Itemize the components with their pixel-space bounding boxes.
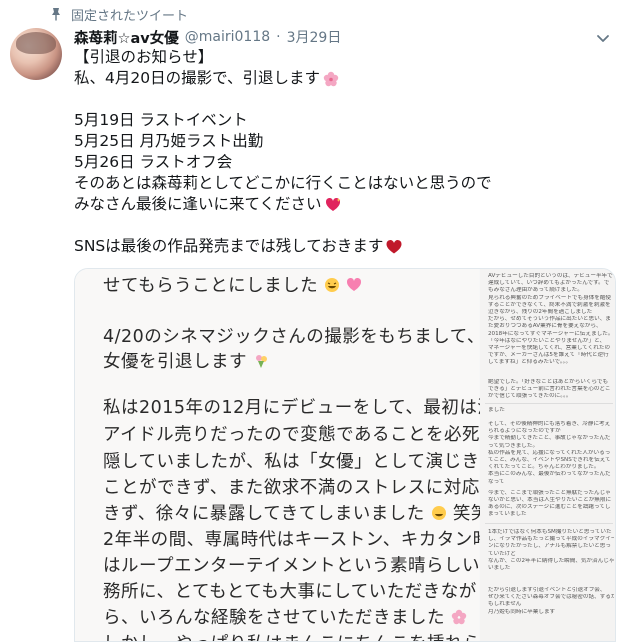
user-handle[interactable]: @mairi0118: [185, 29, 270, 45]
note-line: せてもらうことにしました: [103, 273, 362, 300]
tweet-line: 5月19日 ラストイベント: [74, 111, 248, 129]
side-note-block: 1本だけではなく何本もSM撮りたいと思っていた し、イラマ作品もたっと撮って平成…: [488, 529, 614, 572]
bouquet-icon: [256, 355, 268, 368]
notes-image-side: AVデビューした目的というのは、デビュー半年で 達成していて、いつ辞めてもよかっ…: [480, 269, 615, 641]
tweet-line-text: SNSは最後の作品発売までは残しておきます: [74, 237, 384, 255]
note-line: 2年半の間、専属時代はキーストン、キカタン時代: [103, 530, 509, 550]
note-line: 隠していましたが、私は「女優」として演じきる: [103, 452, 498, 472]
note-line: アイドル売りだったので変態であることを必死で: [103, 425, 498, 445]
side-note-block: AVデビューした目的というのは、デビュー半年で 達成していて、いつ辞めてもよかっ…: [488, 273, 614, 366]
sparkling-heart-icon: [325, 197, 341, 211]
red-heart-icon: [386, 239, 402, 253]
side-note-block: だから引退します引退イベントと引退オフ会、 ぜひ来てください森苺オフ会では秘密の…: [488, 587, 614, 615]
notes-image-main: せてもらうことにしました 4/20のシネマジックさんの撮影をもちまして、AV 女…: [75, 269, 513, 641]
tweet-date[interactable]: 3月29日: [287, 27, 342, 47]
chevron-down-icon[interactable]: [595, 30, 611, 46]
tweet-line: みなさん最後に逢いに来てください: [74, 194, 604, 215]
tweet-line: 【引退のお知らせ】: [74, 48, 214, 66]
tweet-line: SNSは最後の作品発売までは残しておきます: [74, 236, 604, 257]
tweet-text: 【引退のお知らせ】 私、4月20日の撮影で、引退します 5月19日 ラストイベン…: [74, 47, 604, 257]
side-note-block: 絶望でした。「好きなことはあとからいくらでも できる」とデビュー前に言われた言葉…: [488, 379, 611, 400]
tweet-line-text: みなさん最後に逢いに来てください: [74, 195, 322, 213]
side-note-block: ました: [488, 407, 505, 413]
note-line: 4/20のシネマジックさんの撮影をもちまして、AV: [103, 327, 509, 347]
note-line: きず、徐々に暴露してきてしまいました 笑笑: [103, 504, 489, 524]
note-line: 私は2015年の12月にデビューをして、最初は清純: [103, 398, 514, 418]
separator-dot: ·: [276, 29, 281, 45]
note-line: しかし、やっぱり私はまんこにちんこを挿れられ: [103, 631, 499, 641]
pinned-text: 固定されたツイート: [71, 8, 189, 24]
note-line: 務所に、とてもとても大事にしていただきなが: [103, 582, 477, 602]
pinned-label: 固定されたツイート: [50, 4, 188, 24]
note-line: ら、いろんな経験をさせていただきました: [103, 605, 467, 632]
note-line: はループエンターテイメントという素晴らしい事: [103, 556, 498, 576]
laughing-face-icon: [431, 506, 446, 520]
tweet-line: 私、4月20日の撮影で、引退します: [74, 68, 604, 89]
display-name[interactable]: 森苺莉☆av女優: [74, 27, 179, 48]
note-line: 女優を引退します: [103, 349, 269, 376]
side-note-block: そして、その後精神的にも落ち着き、冷静に考え られるようになったのですが 今まで…: [488, 421, 612, 518]
note-line: ことができず、また欲求不満のストレスに対応で: [103, 478, 498, 498]
pin-icon: [52, 8, 60, 21]
avatar[interactable]: [10, 28, 62, 80]
laughing-face-icon: [325, 278, 340, 292]
tweet-header: 森苺莉☆av女優 @mairi0118 · 3月29日: [74, 25, 341, 49]
tweet-line-text: 私、4月20日の撮影で、引退します: [74, 69, 320, 87]
cherry-blossom-icon: [451, 609, 467, 625]
sparkling-heart-icon: [347, 277, 362, 291]
tweet-media[interactable]: せてもらうことにしました 4/20のシネマジックさんの撮影をもちまして、AV 女…: [74, 268, 616, 642]
cherry-blossom-icon: [323, 71, 339, 86]
tweet-line: そのあとは森苺莉としてどこかに行くことはないと思うので: [74, 174, 492, 192]
tweet-line: 5月26日 ラストオフ会: [74, 153, 233, 171]
tweet-line: 5月25日 月乃姫ラスト出勤: [74, 132, 264, 150]
